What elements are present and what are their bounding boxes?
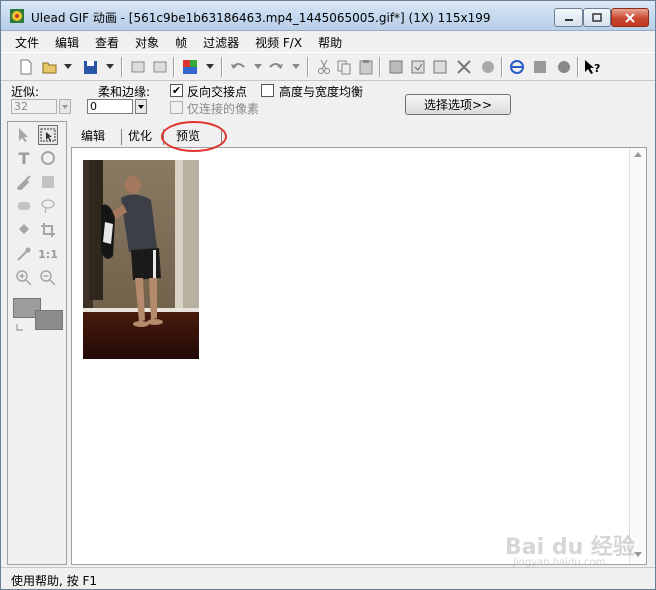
- color-icon[interactable]: [181, 58, 199, 76]
- new-icon[interactable]: [17, 58, 35, 76]
- invert-label: 反向交接点: [187, 85, 248, 99]
- vertical-scrollbar[interactable]: [629, 148, 646, 564]
- filter-icon[interactable]: [479, 58, 497, 76]
- copy-icon[interactable]: [335, 58, 353, 76]
- import-icon[interactable]: [129, 58, 147, 76]
- minimize-button[interactable]: [554, 8, 583, 27]
- svg-text:?: ?: [594, 62, 600, 75]
- select-tool-icon[interactable]: [38, 125, 58, 145]
- aspect-label: 高度与宽度均衡: [279, 85, 364, 99]
- title-bar: Ulead GIF 动画 - [561c9be1b63186463.mp4_14…: [1, 1, 655, 31]
- menu-view[interactable]: 查看: [87, 31, 127, 51]
- undo-icon[interactable]: [229, 58, 247, 76]
- chevron-down-icon: [62, 105, 68, 109]
- text-tool-icon[interactable]: T: [14, 148, 34, 168]
- chevron-down-icon[interactable]: [101, 58, 119, 76]
- eraser-tool-icon[interactable]: [14, 196, 34, 216]
- options-bar: 近似: 32 柔和边缘: 0 ✔ 反向交接点 高度与宽度均衡 仅连接的像素 选择…: [1, 82, 655, 119]
- open-icon[interactable]: [41, 58, 59, 76]
- menu-frame[interactable]: 帧: [167, 31, 195, 51]
- background-color-swatch[interactable]: [35, 310, 63, 330]
- feather-label: 柔和边缘:: [98, 85, 151, 99]
- menu-help[interactable]: 帮助: [310, 31, 350, 51]
- actual-size-icon[interactable]: 1:1: [38, 244, 58, 264]
- cut-icon[interactable]: [315, 58, 333, 76]
- menu-object[interactable]: 对象: [127, 31, 167, 51]
- feather-input[interactable]: 0: [87, 99, 133, 114]
- maximize-icon: [592, 13, 602, 22]
- chevron-down-icon[interactable]: [287, 58, 305, 76]
- aspect-checkbox[interactable]: [261, 84, 274, 97]
- chevron-down-icon: [138, 105, 144, 109]
- highlight-circle: [161, 121, 227, 152]
- tab-edit[interactable]: 编辑: [81, 127, 105, 144]
- app-window: Ulead GIF 动画 - [561c9be1b63186463.mp4_14…: [0, 0, 656, 590]
- lasso-tool-icon[interactable]: [38, 196, 58, 216]
- redo-icon[interactable]: [267, 58, 285, 76]
- fill-tool-icon[interactable]: [14, 220, 34, 240]
- feather-dropdown[interactable]: [135, 99, 147, 114]
- zoom-out-icon[interactable]: [38, 268, 58, 288]
- close-button[interactable]: [611, 8, 649, 27]
- zoom-in-icon[interactable]: [14, 268, 34, 288]
- chevron-down-icon[interactable]: [201, 58, 219, 76]
- select-options-button[interactable]: 选择选项>>: [405, 94, 511, 115]
- menu-bar: 文件 编辑 查看 对象 帧 过滤器 视频 F/X 帮助: [1, 31, 655, 51]
- pointer-tool-icon[interactable]: [14, 125, 34, 145]
- resize-icon[interactable]: [431, 58, 449, 76]
- view-tabs: 编辑 优化 预览: [71, 121, 647, 147]
- crop-tool-icon[interactable]: [38, 220, 58, 240]
- similar-label: 近似:: [11, 85, 40, 99]
- chevron-down-icon[interactable]: [59, 58, 77, 76]
- status-bar: 使用帮助, 按 F1: [1, 567, 655, 590]
- scroll-up-icon[interactable]: [634, 152, 642, 158]
- menu-filter[interactable]: 过滤器: [195, 31, 247, 51]
- optimize-icon[interactable]: [409, 58, 427, 76]
- brush-tool-icon[interactable]: [14, 172, 34, 192]
- status-text: 使用帮助, 按 F1: [11, 574, 97, 588]
- eyedropper-tool-icon[interactable]: [14, 244, 34, 264]
- window-title: Ulead GIF 动画 - [561c9be1b63186463.mp4_14…: [31, 11, 491, 25]
- minimize-icon: [564, 18, 573, 21]
- similar-dropdown[interactable]: [59, 99, 71, 114]
- scroll-down-icon[interactable]: [634, 552, 642, 558]
- clone-tool-icon[interactable]: [38, 172, 58, 192]
- preview-canvas[interactable]: [71, 147, 647, 565]
- menu-edit[interactable]: 编辑: [47, 31, 87, 51]
- close-icon: [625, 12, 635, 23]
- maximize-button[interactable]: [583, 8, 611, 27]
- contiguous-checkbox[interactable]: [170, 101, 183, 114]
- menu-file[interactable]: 文件: [7, 31, 47, 51]
- main-area: 编辑 优化 预览: [71, 121, 647, 565]
- menu-video-fx[interactable]: 视频 F/X: [247, 31, 310, 51]
- frame-icon[interactable]: [387, 58, 405, 76]
- web-icon[interactable]: [555, 58, 573, 76]
- tab-optimize[interactable]: 优化: [128, 127, 152, 144]
- browser-icon[interactable]: [508, 58, 526, 76]
- preview-icon[interactable]: [531, 58, 549, 76]
- invert-checkbox[interactable]: ✔: [170, 84, 183, 97]
- app-icon: [10, 9, 24, 23]
- watermark-url: jingyan.baidu.com: [513, 557, 606, 568]
- save-icon[interactable]: [81, 58, 99, 76]
- export-icon[interactable]: [151, 58, 169, 76]
- transform-tool-icon[interactable]: [38, 148, 58, 168]
- toolbar: ?: [1, 52, 655, 81]
- contiguous-label: 仅连接的像素: [187, 102, 260, 116]
- chevron-down-icon[interactable]: [249, 58, 267, 76]
- similar-input[interactable]: 32: [11, 99, 57, 114]
- tool-panel: T 1:1: [7, 121, 67, 565]
- swap-colors-icon[interactable]: [15, 322, 25, 332]
- gif-frame-image: [83, 160, 199, 359]
- paste-icon[interactable]: [357, 58, 375, 76]
- crop-icon[interactable]: [455, 58, 473, 76]
- help-icon[interactable]: ?: [584, 58, 602, 76]
- color-swatches[interactable]: [13, 298, 63, 334]
